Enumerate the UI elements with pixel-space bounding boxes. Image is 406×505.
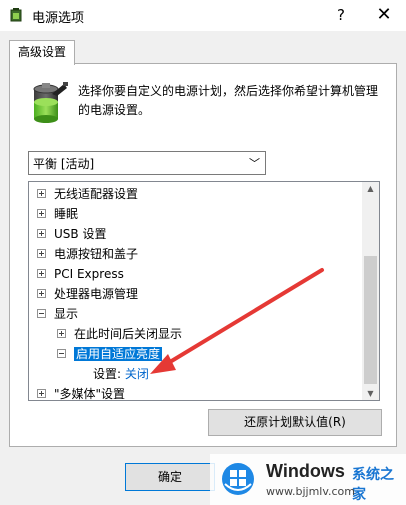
expand-plus-icon[interactable] (37, 229, 46, 238)
scroll-up-icon[interactable]: ▲ (362, 184, 379, 193)
watermark-tagline: 系统之家 (352, 467, 394, 503)
tree-item-label: 睡眠 (54, 207, 79, 221)
expand-plus-icon[interactable] (37, 249, 46, 258)
windows-logo-icon (222, 463, 254, 495)
tree-item-label: 显示 (54, 307, 79, 321)
tree-item-label: PCI Express (54, 267, 124, 281)
tree-item-power-buttons[interactable]: 电源按钮和盖子 (37, 244, 138, 264)
expand-plus-icon[interactable] (37, 209, 46, 218)
restore-defaults-button[interactable]: 还原计划默认值(R) (208, 409, 382, 436)
expand-plus-icon[interactable] (37, 389, 46, 398)
settings-tree[interactable]: 无线适配器设置 睡眠 USB 设置 电源按钮和盖子 PCI Express 处理… (28, 181, 380, 401)
tree-item-label: 在此时间后关闭显示 (74, 327, 183, 341)
tab-label: 高级设置 (17, 45, 66, 59)
tree-item-wireless-adapter[interactable]: 无线适配器设置 (37, 184, 138, 204)
scroll-down-icon[interactable]: ▼ (362, 389, 379, 398)
expand-plus-icon[interactable] (57, 329, 66, 338)
tree-item-turn-off-display[interactable]: 在此时间后关闭显示 (57, 324, 182, 344)
setting-value-link[interactable]: 关闭 (125, 367, 149, 381)
expand-plus-icon[interactable] (37, 289, 46, 298)
scroll-thumb[interactable] (364, 256, 377, 384)
power-plan-value: 平衡 [活动] (33, 157, 95, 171)
tree-item-label: 无线适配器设置 (54, 187, 139, 201)
setting-label: 设置: (93, 367, 122, 381)
help-button[interactable]: ? (330, 3, 352, 27)
tree-item-usb[interactable]: USB 设置 (37, 224, 106, 244)
tree-item-label: "多媒体"设置 (54, 387, 126, 401)
battery-plan-icon (33, 82, 68, 123)
close-button[interactable]: ✕ (370, 3, 398, 27)
collapse-minus-icon[interactable] (37, 309, 46, 318)
plan-description: 选择你要自定义的电源计划，然后选择你希望计算机管理的电源设置。 (78, 84, 379, 117)
tree-item-label: USB 设置 (54, 227, 107, 241)
tree-item-multimedia[interactable]: "多媒体"设置 (37, 384, 126, 401)
tree-item-display[interactable]: 显示 (37, 304, 78, 324)
collapse-minus-icon[interactable] (57, 349, 66, 358)
tree-item-pci-express[interactable]: PCI Express (37, 264, 124, 284)
tree-item-label-selected: 启用自适应亮度 (74, 347, 163, 361)
tree-item-label: 处理器电源管理 (54, 287, 139, 301)
adaptive-brightness-setting: 设置: 关闭 (93, 364, 149, 384)
watermark: Windows 系统之家 www.bjjmlv.com (210, 454, 406, 505)
tree-item-sleep[interactable]: 睡眠 (37, 204, 78, 224)
expand-plus-icon[interactable] (37, 189, 46, 198)
tree-item-adaptive-brightness[interactable]: 启用自适应亮度 (57, 344, 163, 364)
expand-plus-icon[interactable] (37, 269, 46, 278)
chevron-down-icon: ﹀ (249, 157, 260, 170)
tree-item-label: 电源按钮和盖子 (54, 247, 139, 261)
power-options-icon (10, 8, 22, 22)
tree-scrollbar[interactable]: ▲ ▼ (362, 182, 379, 400)
title-bar: 电源选项 ? ✕ (0, 0, 406, 31)
power-plan-dropdown[interactable]: 平衡 [活动] ﹀ (28, 151, 266, 175)
tree-item-processor[interactable]: 处理器电源管理 (37, 284, 138, 304)
watermark-url: www.bjjmlv.com (266, 485, 355, 498)
tab-advanced-settings[interactable]: 高级设置 (9, 40, 75, 65)
watermark-brand: Windows (266, 461, 345, 481)
ok-button[interactable]: 确定 (125, 463, 215, 491)
window-title: 电源选项 (32, 11, 85, 26)
